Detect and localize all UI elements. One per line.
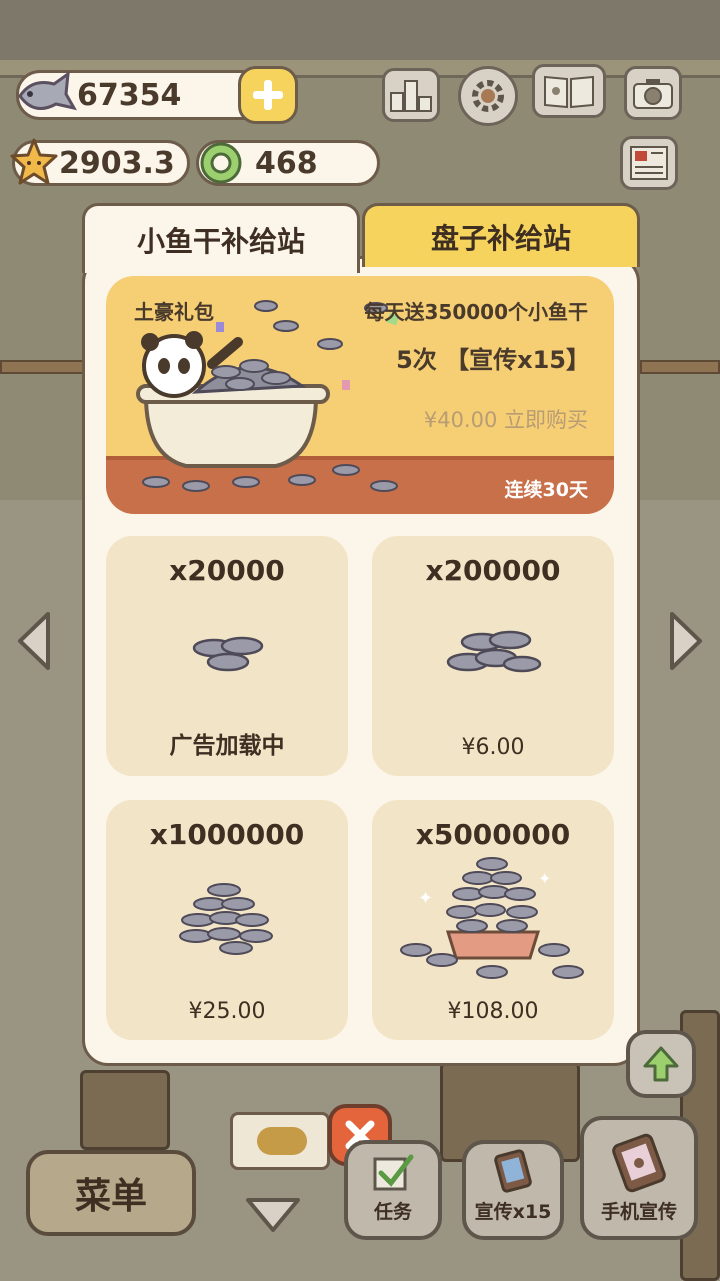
star-icon <box>10 138 58 185</box>
item-price: ¥108.00 <box>447 999 539 1024</box>
ring-icon <box>200 142 242 184</box>
tab-plate-supply[interactable]: 盘子补给站 <box>362 203 640 267</box>
item-quantity: x1000000 <box>149 818 305 851</box>
item-price: ¥6.00 <box>461 735 525 760</box>
fish-group-icon <box>446 630 542 673</box>
svg-text:✦: ✦ <box>538 869 551 888</box>
phone-icon <box>612 1133 666 1193</box>
task-button[interactable]: 任务 <box>344 1140 442 1240</box>
fish-pile-icon <box>179 883 273 955</box>
item-fish-200000[interactable]: x200000 ¥6.00 <box>372 536 614 776</box>
svg-text:✦: ✦ <box>418 888 433 909</box>
gift-times: 5次 【宣传x15】 <box>396 346 590 374</box>
book-icon <box>544 75 594 109</box>
phone-promo-button[interactable]: 手机宣传 <box>580 1116 698 1240</box>
item-quantity: x20000 <box>169 554 285 587</box>
menu-button[interactable]: 菜单 <box>26 1150 196 1236</box>
menu-label: 菜单 <box>74 1176 147 1217</box>
gift-title: 土豪礼包 <box>134 300 214 324</box>
fish-small-icon <box>192 636 264 672</box>
arrow-left-icon[interactable] <box>14 610 54 672</box>
stall-left <box>80 1070 170 1150</box>
tab-fish-supply-label: 小鱼干补给站 <box>136 224 305 258</box>
scroll-banner <box>230 1112 330 1170</box>
item-price: ¥25.00 <box>188 999 266 1024</box>
phone-promo-label: 手机宣传 <box>600 1201 677 1223</box>
gift-pack-card[interactable]: 土豪礼包 每天送350000个小鱼干 5次 【宣传x15】 ¥40.00 立即购… <box>106 276 614 514</box>
check-icon <box>373 1154 414 1191</box>
tab-plate-supply-label: 盘子补给站 <box>430 221 571 255</box>
fish-icon <box>18 70 77 111</box>
gift-duration: 连续30天 <box>504 479 588 501</box>
ranking-button[interactable] <box>382 68 440 122</box>
wall-shelf-left <box>0 360 84 374</box>
fish-bowl-icon: ✦ ✦ <box>400 857 584 979</box>
tab-fish-supply[interactable]: 小鱼干补给站 <box>82 203 360 273</box>
gift-buy-now[interactable]: ¥40.00 立即购买 <box>424 404 588 434</box>
item-price: 广告加载中 <box>169 733 285 759</box>
fish-count: 67354 <box>77 77 182 113</box>
plus-icon <box>253 80 283 110</box>
promo-button[interactable]: 宣传x15 <box>462 1140 564 1240</box>
task-label: 任务 <box>373 1201 412 1223</box>
item-quantity: x5000000 <box>415 818 571 851</box>
camera-icon <box>633 79 673 109</box>
scroll-up-button[interactable] <box>626 1030 696 1098</box>
promo-label: 宣传x15 <box>474 1201 552 1223</box>
gear-icon <box>472 80 504 112</box>
arrow-down-icon[interactable] <box>244 1196 302 1236</box>
add-fish-button[interactable] <box>238 66 298 124</box>
arrow-right-icon[interactable] <box>666 610 706 672</box>
news-button[interactable] <box>620 136 678 190</box>
camera-button[interactable] <box>624 66 682 120</box>
gift-description: 每天送350000个小鱼干 <box>364 300 589 324</box>
ranking-icon <box>390 80 432 112</box>
star-value: 2903.3 <box>59 145 175 181</box>
ceiling <box>0 0 720 60</box>
arrow-up-icon <box>643 1046 679 1082</box>
item-fish-20000[interactable]: x20000 广告加载中 <box>106 536 348 776</box>
item-quantity: x200000 <box>425 554 561 587</box>
newspaper-icon <box>630 146 668 180</box>
handbook-button[interactable] <box>532 64 606 118</box>
ring-count: 468 <box>255 145 318 181</box>
item-fish-1000000[interactable]: x1000000 ¥25.00 <box>106 800 348 1040</box>
wall-shelf-right <box>640 360 720 374</box>
settings-button[interactable] <box>458 66 518 126</box>
promo-icon <box>494 1149 532 1193</box>
item-fish-5000000[interactable]: x5000000 ✦ ✦ ¥108.00 <box>372 800 614 1040</box>
